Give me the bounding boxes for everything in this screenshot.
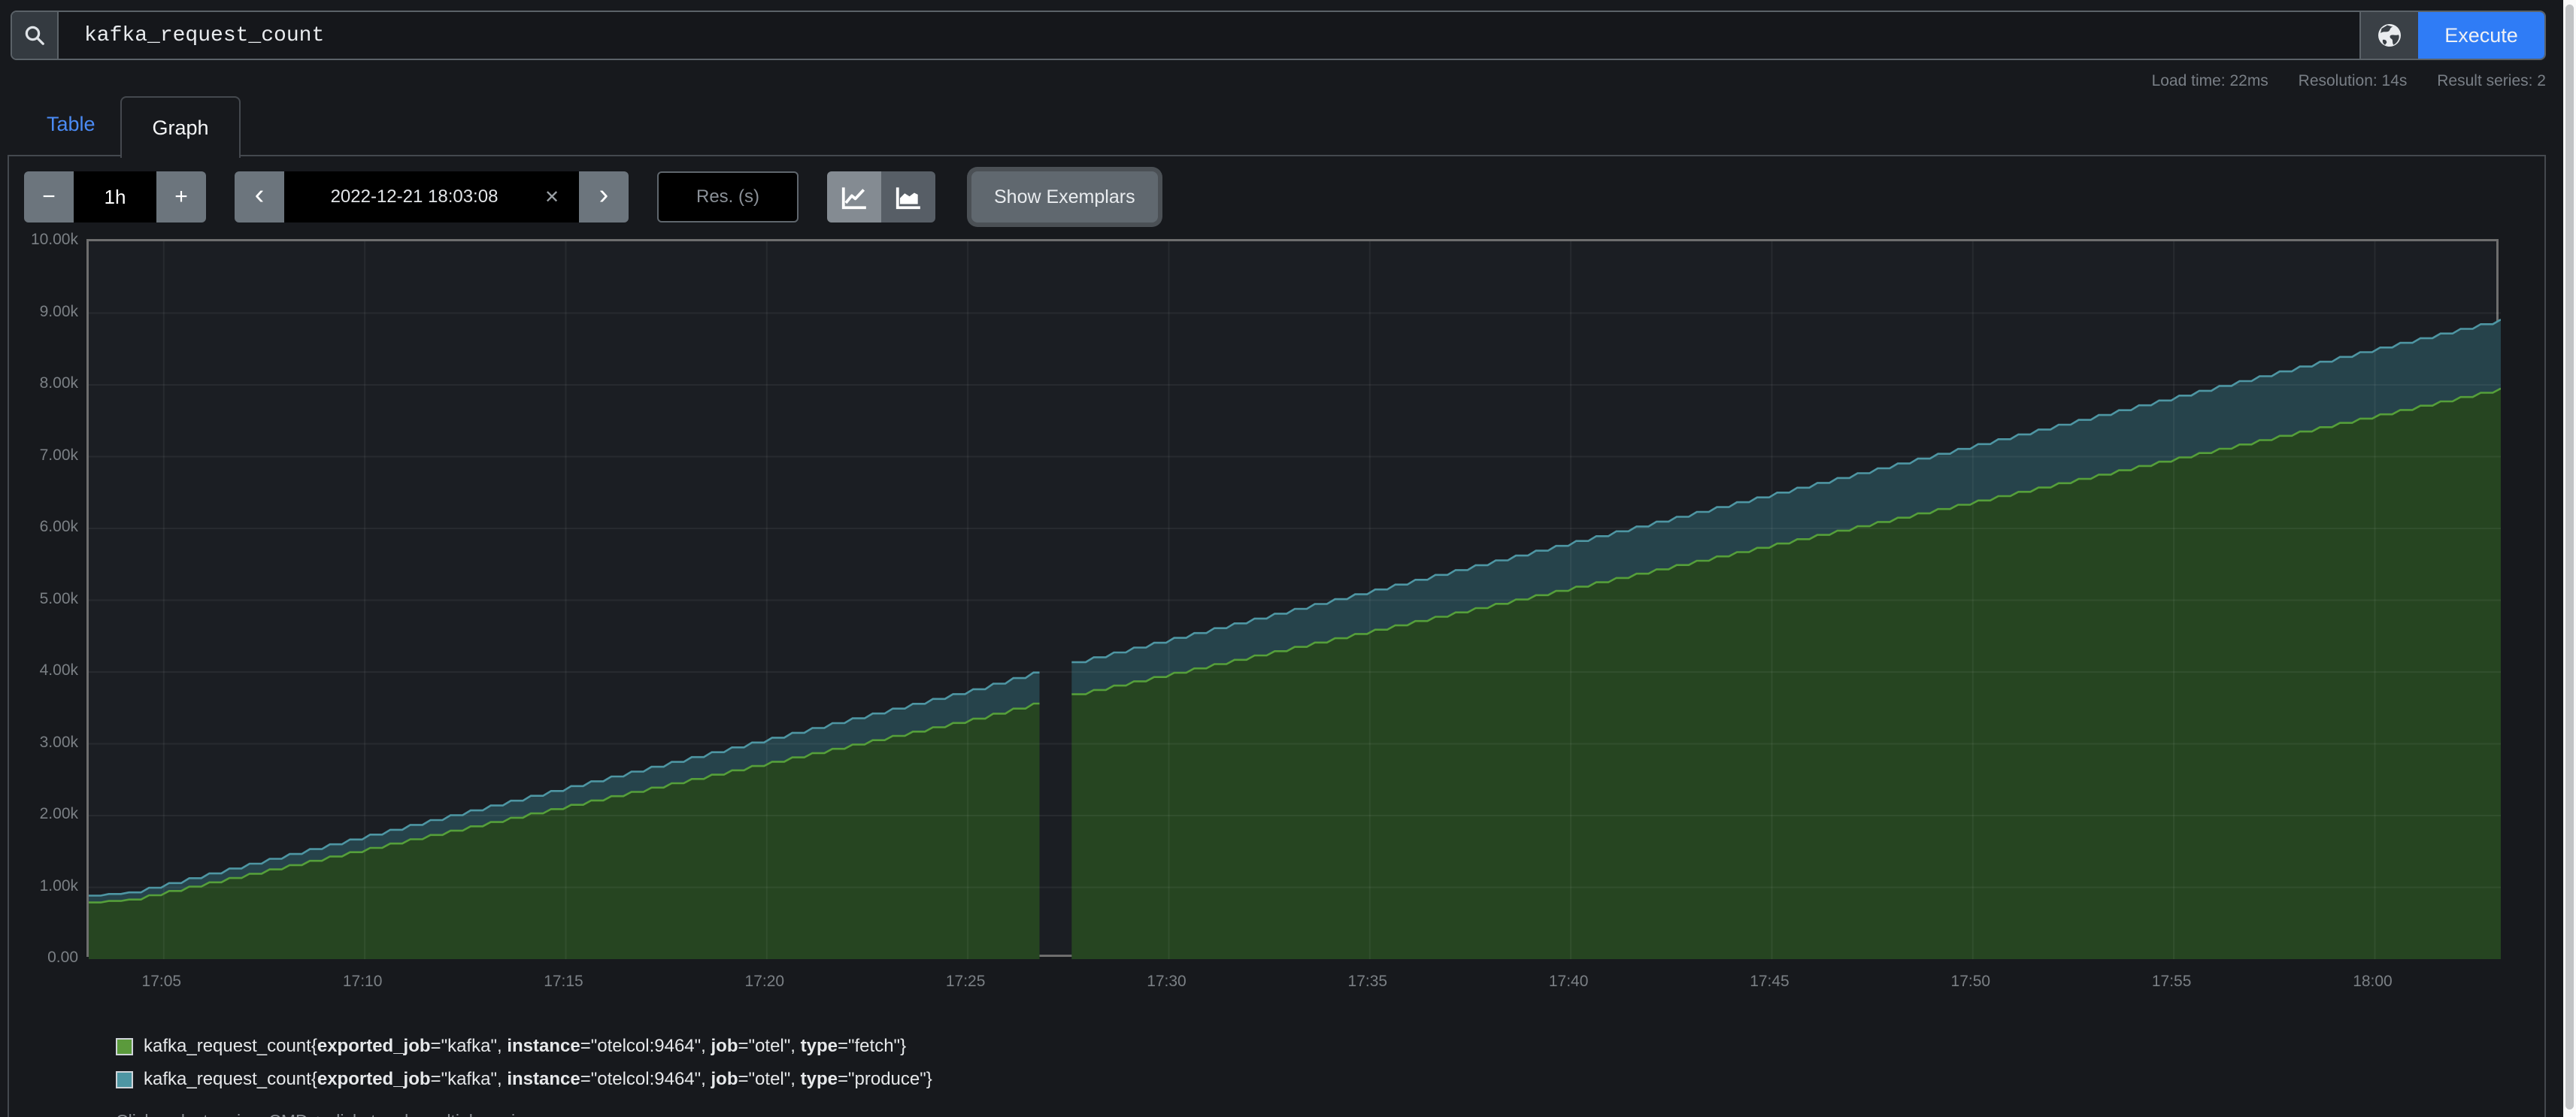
query-bar: Execute: [11, 11, 2546, 60]
y-tick-label: 8.00k: [9, 374, 78, 392]
expression-input[interactable]: [59, 12, 2359, 59]
legend-series-name: kafka_request_count{exported_job="kafka"…: [144, 1069, 932, 1090]
legend-swatch: [116, 1038, 133, 1055]
execute-button[interactable]: Execute: [2418, 12, 2544, 59]
x-tick-label: 17:55: [2134, 973, 2209, 991]
load-time: Load time: 22ms: [2152, 72, 2268, 89]
x-tick-label: 17:50: [1933, 973, 2008, 991]
globe-icon: [2376, 22, 2403, 49]
show-exemplars-button[interactable]: Show Exemplars: [971, 171, 1158, 222]
time-group: ‹ 2022-12-21 18:03:08 ✕ ›: [235, 171, 629, 222]
x-tick-label: 17:30: [1129, 973, 1204, 991]
prometheus-expression-browser: Execute Load time: 22ms Resolution: 14s …: [0, 0, 2576, 1117]
legend-item[interactable]: kafka_request_count{exported_job="kafka"…: [116, 1063, 2544, 1096]
y-tick-label: 0.00: [9, 949, 78, 967]
end-time-value: 2022-12-21 18:03:08: [284, 186, 544, 207]
line-graph-button[interactable]: [827, 171, 881, 222]
x-tick-label: 17:10: [325, 973, 400, 991]
range-increase-button[interactable]: +: [156, 171, 206, 222]
legend-swatch: [116, 1071, 133, 1088]
legend-item[interactable]: kafka_request_count{exported_job="kafka"…: [116, 1030, 2544, 1063]
graph-canvas[interactable]: [86, 239, 2499, 957]
resolution: Resolution: 14s: [2299, 72, 2408, 89]
y-tick-label: 2.00k: [9, 805, 78, 823]
time-forward-button[interactable]: ›: [579, 171, 629, 222]
x-tick-label: 17:45: [1732, 973, 1807, 991]
y-tick-label: 5.00k: [9, 590, 78, 608]
y-tick-label: 1.00k: [9, 877, 78, 895]
y-tick-label: 6.00k: [9, 518, 78, 536]
y-tick-label: 9.00k: [9, 303, 78, 321]
result-series: Result series: 2: [2437, 72, 2546, 89]
x-tick-label: 17:25: [928, 973, 1003, 991]
x-tick-label: 17:05: [124, 973, 199, 991]
x-tick-label: 18:00: [2335, 973, 2410, 991]
graph-area: 0.00 1.00k 2.00k 3.00k 4.00k 5.00k 6.00k 7.00k 8…: [9, 239, 2544, 1007]
range-input[interactable]: [74, 171, 156, 222]
y-tick-label: 4.00k: [9, 661, 78, 680]
end-time-input[interactable]: 2022-12-21 18:03:08 ✕: [284, 171, 579, 222]
search-icon: [23, 24, 46, 47]
legend-series-name: kafka_request_count{exported_job="kafka"…: [144, 1036, 906, 1057]
search-addon: [12, 12, 59, 59]
y-tick-label: 3.00k: [9, 734, 78, 752]
range-decrease-button[interactable]: −: [24, 171, 74, 222]
y-tick-label: 7.00k: [9, 446, 78, 465]
vertical-scrollbar[interactable]: [2563, 0, 2576, 1117]
fetch-area: [1071, 389, 2501, 959]
stacked-chart-icon: [894, 183, 923, 211]
x-tick-label: 17:15: [526, 973, 601, 991]
legend: kafka_request_count{exported_job="kafka"…: [116, 1030, 2544, 1096]
fetch-area: [89, 704, 1040, 959]
metrics-explorer-button[interactable]: [2359, 12, 2418, 59]
x-tick-label: 17:35: [1330, 973, 1405, 991]
chart-svg: [89, 241, 2501, 959]
graph-panel: − + ‹ 2022-12-21 18:03:08 ✕ ›: [8, 155, 2546, 1117]
time-back-button[interactable]: ‹: [235, 171, 284, 222]
clear-time-icon[interactable]: ✕: [544, 186, 579, 208]
range-group: − +: [24, 171, 206, 222]
tabs: Table Graph: [11, 96, 2546, 156]
graph-controls: − + ‹ 2022-12-21 18:03:08 ✕ ›: [24, 171, 2544, 222]
x-tick-label: 17:40: [1531, 973, 1606, 991]
tab-table[interactable]: Table: [47, 113, 95, 136]
line-chart-icon: [840, 183, 868, 211]
legend-help: Click: select series, CMD + click: toggl…: [116, 1111, 2544, 1117]
tab-graph[interactable]: Graph: [120, 96, 241, 158]
y-tick-label: 10.00k: [9, 231, 78, 249]
resolution-input[interactable]: [657, 171, 799, 222]
stacked-graph-button[interactable]: [881, 171, 935, 222]
x-tick-label: 17:20: [727, 973, 802, 991]
scrollbar-thumb[interactable]: [2565, 5, 2574, 1109]
query-stats: Load time: 22ms Resolution: 14s Result s…: [11, 72, 2546, 92]
display-mode-group: [827, 171, 935, 222]
